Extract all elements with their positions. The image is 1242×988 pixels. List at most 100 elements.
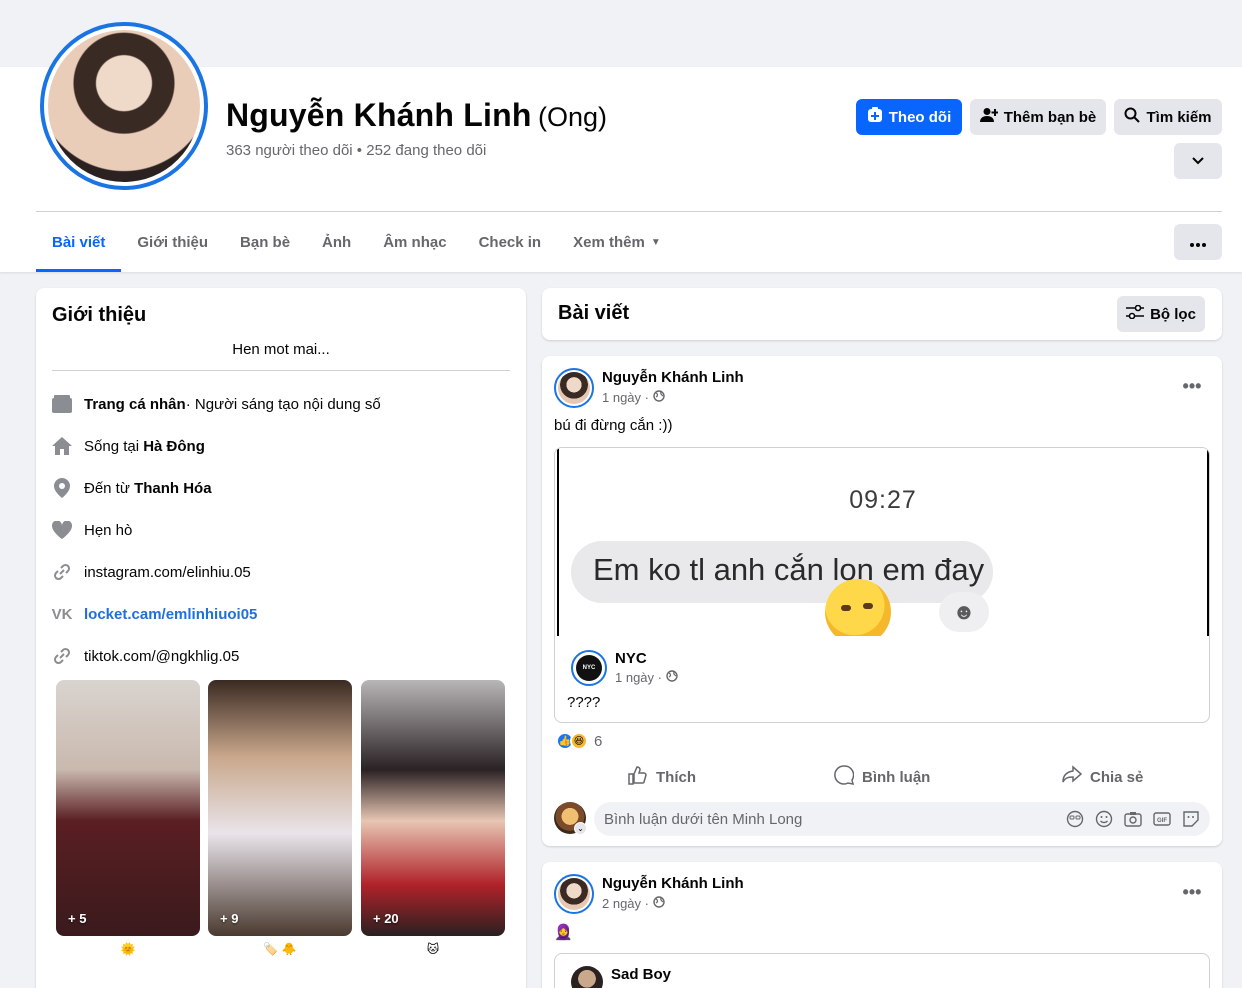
- profile-stats[interactable]: 363 người theo dõi • 252 đang theo dõi: [226, 142, 486, 159]
- more-dots-icon: [1190, 234, 1206, 251]
- heart-icon: [52, 520, 72, 540]
- post-author-avatar[interactable]: [554, 874, 594, 914]
- comment-placeholder: Bình luận dưới tên Minh Long: [604, 810, 803, 828]
- shared-time[interactable]: 1 ngày ·: [615, 670, 662, 685]
- post-author-name[interactable]: Nguyễn Khánh Linh: [602, 875, 744, 892]
- tab-posts[interactable]: Bài viết: [36, 212, 122, 272]
- comment-input[interactable]: Bình luận dưới tên Minh Long GIF: [594, 802, 1210, 836]
- filter-label: Bộ lọc: [1150, 305, 1196, 323]
- story-caption: 🐱: [426, 942, 440, 956]
- post-text: 🧕: [554, 924, 573, 941]
- shared-image[interactable]: 09:27 Em ko tl anh cắn lon em đay ☻: [557, 448, 1209, 636]
- intro-tiktok-link[interactable]: tiktok.com/@ngkhlig.05: [84, 648, 239, 665]
- profile-avatar-image: [48, 30, 200, 182]
- profile-tabs: Bài viết Giới thiệu Bạn bè Ảnh Âm nhạc C…: [36, 212, 677, 272]
- emoji-icon[interactable]: [1095, 810, 1113, 828]
- shared-post[interactable]: Sad Boy: [554, 953, 1210, 988]
- add-friend-button[interactable]: Thêm bạn bè: [970, 99, 1106, 135]
- comment-icon: [834, 765, 855, 789]
- posts-header-card: Bài viết Bộ lọc: [542, 288, 1222, 340]
- intro-lives-place[interactable]: Hà Đông: [143, 438, 205, 455]
- intro-page-label[interactable]: Trang cá nhân: [84, 396, 186, 413]
- globe-icon: [653, 390, 665, 405]
- intro-link-row: tiktok.com/@ngkhlig.05: [52, 644, 239, 668]
- avatar-image: [558, 372, 590, 404]
- follow-button[interactable]: Theo dõi: [856, 99, 962, 135]
- add-reaction-icon: ☻: [939, 592, 989, 632]
- more-options-button[interactable]: [1174, 224, 1222, 260]
- intro-divider: [52, 370, 510, 371]
- profile-avatar[interactable]: [40, 22, 208, 190]
- comment-button[interactable]: Bình luận: [834, 760, 930, 794]
- post-author-avatar[interactable]: [554, 368, 594, 408]
- intro-dating-row: Hẹn hò: [52, 518, 132, 542]
- story-caption: 🌞: [120, 942, 136, 956]
- avatar-sticker-icon[interactable]: [1066, 810, 1084, 828]
- intro-lives-prefix: Sống tại: [84, 437, 144, 455]
- shared-text: ????: [567, 694, 601, 711]
- filter-button[interactable]: Bộ lọc: [1117, 296, 1205, 332]
- tab-more[interactable]: Xem thêm ▼: [557, 212, 677, 272]
- shared-author-name[interactable]: NYC: [615, 650, 647, 667]
- intro-instagram-link[interactable]: instagram.com/elinhiu.05: [84, 564, 251, 581]
- tab-about[interactable]: Giới thiệu: [121, 212, 224, 272]
- tab-checkins[interactable]: Check in: [463, 212, 558, 272]
- reaction-summary[interactable]: 👍 😆 6: [556, 732, 602, 750]
- intro-from-place[interactable]: Thanh Hóa: [134, 480, 212, 497]
- intro-title: Giới thiệu: [52, 304, 147, 326]
- intro-card: Giới thiệu Hen mot mai... Trang cá nhân …: [36, 288, 526, 988]
- intro-locket-link[interactable]: locket.cam/emlinhiuoi05: [84, 606, 257, 623]
- post-more-button[interactable]: •••: [1178, 372, 1206, 400]
- search-icon: [1124, 107, 1141, 127]
- shared-post[interactable]: 09:27 Em ko tl anh cắn lon em đay ☻ NYC …: [554, 447, 1210, 723]
- follow-label: Theo dõi: [888, 108, 952, 126]
- shared-author-name[interactable]: Sad Boy: [611, 966, 671, 983]
- tab-friends[interactable]: Bạn bè: [224, 212, 306, 272]
- post-card: Nguyễn Khánh Linh 1 ngày · ••• bú đi đừn…: [542, 356, 1222, 846]
- filter-icon: [1126, 304, 1145, 323]
- share-button[interactable]: Chia sẻ: [1062, 760, 1143, 794]
- post-author-name[interactable]: Nguyễn Khánh Linh: [602, 369, 744, 386]
- intro-from-prefix: Đến từ: [84, 479, 135, 497]
- avatar-image: [558, 878, 590, 910]
- post-meta: 2 ngày ·: [602, 896, 665, 911]
- chevron-down-icon[interactable]: ⌄: [574, 822, 587, 835]
- screenshot-message-text: Em ko tl anh cắn lon em đay: [593, 552, 985, 587]
- globe-icon: [666, 670, 678, 685]
- post-time[interactable]: 1 ngày ·: [602, 390, 649, 405]
- featured-story[interactable]: + 20: [361, 680, 505, 936]
- comment-tools: GIF: [1066, 810, 1200, 828]
- profile-nickname: (Ong): [538, 102, 608, 132]
- page-icon: [52, 394, 72, 414]
- svg-text:GIF: GIF: [1157, 818, 1167, 824]
- shared-author-avatar[interactable]: [571, 966, 603, 988]
- camera-icon[interactable]: [1124, 810, 1142, 828]
- chevron-down-icon: [1191, 153, 1205, 170]
- intro-bio: Hen mot mai...: [232, 341, 330, 358]
- sticker-icon[interactable]: [1182, 810, 1200, 828]
- story-count: + 9: [220, 911, 239, 926]
- raised-eyebrow-emoji-icon: [825, 579, 891, 636]
- featured-story[interactable]: + 5: [56, 680, 200, 936]
- intro-page-category: · Người sáng tạo nội dung số: [185, 395, 381, 413]
- post-card: Nguyễn Khánh Linh 2 ngày · ••• 🧕 Sad Boy: [542, 862, 1222, 988]
- share-icon: [1062, 765, 1083, 789]
- story-count: + 20: [373, 911, 399, 926]
- profile-name: Nguyễn Khánh Linh: [226, 97, 532, 133]
- like-button[interactable]: Thích: [628, 760, 696, 794]
- post-more-button[interactable]: •••: [1178, 878, 1206, 906]
- featured-story[interactable]: + 9: [208, 680, 352, 936]
- gif-icon[interactable]: GIF: [1153, 810, 1171, 828]
- search-label: Tìm kiếm: [1146, 108, 1212, 126]
- link-icon: [52, 646, 72, 666]
- expand-button[interactable]: [1174, 143, 1222, 179]
- search-button[interactable]: Tìm kiếm: [1114, 99, 1222, 135]
- tab-photos[interactable]: Ảnh: [306, 212, 367, 272]
- add-friend-label: Thêm bạn bè: [1003, 108, 1097, 126]
- intro-page-row: Trang cá nhân · Người sáng tạo nội dung …: [52, 392, 381, 416]
- shared-author-avatar[interactable]: NYC: [571, 650, 607, 686]
- like-icon: [628, 765, 648, 789]
- tab-music[interactable]: Âm nhạc: [367, 212, 462, 272]
- location-icon: [52, 478, 72, 498]
- post-time[interactable]: 2 ngày ·: [602, 896, 649, 911]
